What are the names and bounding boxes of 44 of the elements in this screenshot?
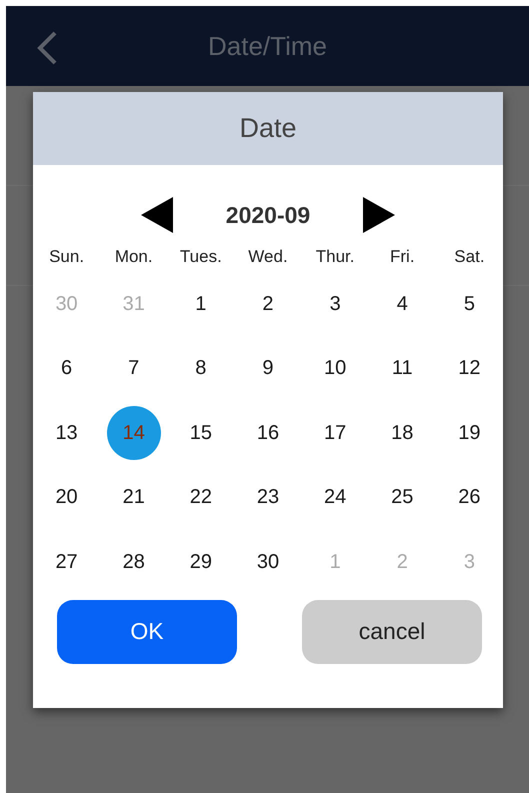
day-cell[interactable]: 6 xyxy=(40,342,94,396)
day-cell[interactable]: 24 xyxy=(308,470,362,525)
dialog-title: Date xyxy=(33,92,503,165)
day-cell[interactable]: 23 xyxy=(240,470,295,525)
day-cell[interactable]: 16 xyxy=(240,406,295,460)
day-cell[interactable]: 4 xyxy=(375,277,430,332)
day-cell[interactable]: 19 xyxy=(442,406,496,460)
cancel-button[interactable]: cancel xyxy=(302,600,482,664)
day-cell[interactable]: 22 xyxy=(174,470,228,525)
day-cell[interactable]: 1 xyxy=(174,277,228,332)
weekday-label: Wed. xyxy=(247,246,289,268)
day-cell[interactable]: 20 xyxy=(40,470,94,525)
weekday-label: Tues. xyxy=(178,246,223,268)
day-cell[interactable]: 2 xyxy=(240,277,295,332)
day-cell[interactable]: 8 xyxy=(174,342,228,396)
weekday-label: Sat. xyxy=(453,246,486,268)
next-month-icon[interactable] xyxy=(363,197,395,233)
day-cell[interactable]: 25 xyxy=(375,470,430,525)
screen-title: Date/Time xyxy=(208,30,327,62)
back-icon[interactable] xyxy=(36,30,58,66)
day-cell[interactable]: 13 xyxy=(40,406,94,460)
day-cell[interactable]: 26 xyxy=(442,470,496,525)
weekday-label: Fri. xyxy=(389,246,416,268)
day-cell[interactable]: 3 xyxy=(308,277,362,332)
month-label: 2020-09 xyxy=(224,202,312,228)
day-cell[interactable]: 11 xyxy=(375,342,430,396)
weekday-label: Sun. xyxy=(48,246,86,268)
day-cell[interactable]: 5 xyxy=(442,277,496,332)
day-cell[interactable]: 7 xyxy=(106,342,161,396)
day-cell[interactable]: 29 xyxy=(174,535,228,590)
day-cell[interactable]: 9 xyxy=(240,342,295,396)
day-cell[interactable]: 27 xyxy=(40,535,94,590)
weekday-label: Thur. xyxy=(314,246,356,268)
weekday-label: Mon. xyxy=(114,246,154,268)
day-cell[interactable]: 21 xyxy=(106,470,161,525)
ok-button[interactable]: OK xyxy=(57,600,237,664)
day-cell[interactable]: 30 xyxy=(240,535,295,590)
day-cell[interactable]: 18 xyxy=(375,406,430,460)
day-cell[interactable]: 28 xyxy=(106,535,161,590)
day-cell[interactable]: 12 xyxy=(442,342,496,396)
day-cell[interactable]: 10 xyxy=(308,342,362,396)
day-cell[interactable]: 15 xyxy=(174,406,228,460)
day-cell[interactable]: 17 xyxy=(308,406,362,460)
previous-month-icon[interactable] xyxy=(141,197,173,233)
